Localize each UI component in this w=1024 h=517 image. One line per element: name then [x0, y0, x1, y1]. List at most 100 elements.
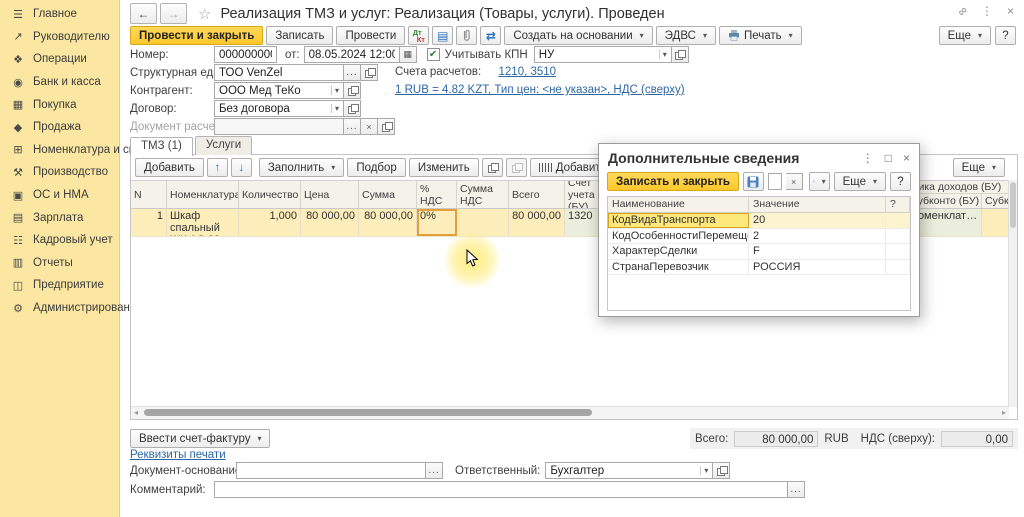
kpn-checkbox[interactable]: ✔	[427, 48, 440, 61]
copy-rows-button[interactable]	[482, 158, 503, 177]
col-summa[interactable]: Сумма	[359, 181, 417, 208]
sidebar-item-administrirovanie[interactable]: ⚙Администрирование	[0, 297, 119, 320]
cell-cena[interactable]: 80 000,00	[301, 209, 359, 236]
col-n[interactable]: N	[131, 181, 167, 208]
property-name[interactable]: КодОсобенностиПеремещения	[608, 229, 749, 244]
post-button[interactable]: Провести	[336, 26, 405, 45]
property-name-selected[interactable]: КодВидаТранспорта	[608, 213, 749, 228]
dialog-menu-icon[interactable]: ⋮	[862, 151, 874, 165]
create-based-button[interactable]: Создать на основании	[504, 26, 652, 45]
date-field[interactable]: 08.05.2024 12:00:00	[304, 46, 400, 63]
col-subkonto3[interactable]: Субконто (БУ) 3	[982, 194, 1009, 208]
structural-unit-field[interactable]: ТОО VenZel	[214, 64, 344, 81]
col-question[interactable]: ?	[886, 197, 910, 212]
dialog-save-button[interactable]	[743, 172, 764, 191]
responsible-open-button[interactable]	[713, 462, 730, 479]
vertical-scrollbar-thumb[interactable]	[1010, 182, 1016, 228]
tab-uslugi[interactable]: Услуги	[195, 136, 252, 155]
edvs-button[interactable]: ЭДВС	[656, 26, 716, 45]
settlement-doc-field[interactable]	[214, 118, 344, 135]
cell-kolichestvo[interactable]: 1,000	[239, 209, 301, 236]
sidebar-item-predpriyatie[interactable]: ◫Предприятие	[0, 274, 119, 297]
close-icon[interactable]: ×	[1007, 4, 1014, 18]
property-name[interactable]: СтранаПеревозчик	[608, 260, 749, 275]
settlement-doc-clear-button[interactable]: ×	[361, 118, 378, 135]
col-kolichestvo[interactable]: Количество	[239, 181, 301, 208]
property-value[interactable]: F	[749, 244, 886, 259]
sidebar-item-kadrovyi-uchet[interactable]: ☷Кадровый учет	[0, 229, 119, 252]
vertical-scrollbar[interactable]	[1008, 180, 1017, 407]
sidebar-item-rukovoditelyu[interactable]: ↗Руководителю	[0, 26, 119, 49]
currency-info-link[interactable]: 1 RUB = 4.82 KZT, Тип цен: <не указан>, …	[395, 84, 685, 96]
back-button[interactable]: ←	[130, 3, 157, 24]
scroll-left-icon[interactable]: ◂	[134, 407, 138, 419]
items-more-button[interactable]: Еще	[953, 158, 1005, 177]
structural-unit-select-button[interactable]: ...	[344, 64, 361, 81]
comment-select-button[interactable]: ...	[788, 481, 805, 498]
col-value[interactable]: Значение	[749, 197, 886, 212]
cell-n[interactable]: 1	[131, 209, 167, 236]
dialog-close-icon[interactable]: ×	[903, 151, 910, 165]
cell-summa[interactable]: 80 000,00	[359, 209, 417, 236]
sidebar-item-bank-kassa[interactable]: ◉Банк и касса	[0, 71, 119, 94]
horizontal-scrollbar[interactable]: ◂ ▸	[131, 406, 1009, 419]
add-row-button[interactable]: Добавить	[135, 158, 204, 177]
counterparty-open-button[interactable]	[344, 82, 361, 99]
favorite-star-icon[interactable]: ☆	[198, 5, 211, 23]
move-down-button[interactable]: ↓	[231, 158, 252, 177]
move-up-button[interactable]: ↑	[207, 158, 228, 177]
property-name[interactable]: ХарактерСделки	[608, 244, 749, 259]
col-nds[interactable]: % НДС	[417, 181, 457, 208]
sidebar-item-os-nma[interactable]: ▣ОС и НМА	[0, 184, 119, 207]
forward-button[interactable]: →	[160, 3, 187, 24]
col-vsego[interactable]: Всего	[509, 181, 565, 208]
cell-nomenklatura[interactable]: Шкаф спальный ЖК АС 29	[167, 209, 239, 236]
doc-base-select-button[interactable]: ...	[426, 462, 443, 479]
horizontal-scrollbar-thumb[interactable]	[144, 409, 592, 416]
settlement-doc-open-button[interactable]	[378, 118, 395, 135]
counterparty-field[interactable]: ООО Мед ТеКо▾	[214, 82, 344, 99]
accounts-link[interactable]: 1210, 3510	[499, 66, 557, 78]
save-and-close-button[interactable]: Записать и закрыть	[607, 172, 739, 191]
cell-summa-nds[interactable]	[457, 209, 509, 236]
contract-open-button[interactable]	[344, 100, 361, 117]
attachments-button[interactable]	[456, 26, 477, 45]
sidebar-item-prodazha[interactable]: ◆Продажа	[0, 116, 119, 139]
settlement-doc-select-button[interactable]: ...	[344, 118, 361, 135]
structural-unit-open-button[interactable]	[361, 64, 378, 81]
sidebar-item-glavnoe[interactable]: ☰Главное	[0, 3, 119, 26]
sidebar-item-otchety[interactable]: ▥Отчеты	[0, 252, 119, 275]
fill-button[interactable]: Заполнить	[259, 158, 344, 177]
col-cena[interactable]: Цена	[301, 181, 359, 208]
print-details-link[interactable]: Реквизиты печати	[130, 449, 226, 461]
pick-button[interactable]: Подбор	[347, 158, 406, 177]
number-field[interactable]: 00000000001	[214, 46, 277, 63]
kpn-field[interactable]: НУ▾	[534, 46, 672, 63]
cell-vsego[interactable]: 80 000,00	[509, 209, 565, 236]
chevron-down-icon[interactable]: ▾	[659, 50, 667, 59]
sidebar-item-nomenklatura[interactable]: ⊞Номенклатура и склад	[0, 139, 119, 162]
scroll-right-icon[interactable]: ▸	[1002, 407, 1006, 419]
search-options-button[interactable]	[809, 172, 830, 191]
comment-field[interactable]	[214, 481, 788, 498]
structure-button[interactable]: ⇄	[480, 26, 501, 45]
cell-nds-selected[interactable]: 0%	[417, 209, 457, 236]
window-menu-icon[interactable]: ⋮	[981, 4, 993, 18]
get-link-icon[interactable]: ∞	[955, 3, 971, 19]
col-name[interactable]: Наименование	[608, 197, 749, 212]
sidebar-item-zarplata[interactable]: ▤Зарплата	[0, 206, 119, 229]
calendar-icon[interactable]: ▦	[400, 46, 417, 63]
enter-invoice-button[interactable]: Ввести счет-фактуру	[130, 429, 270, 448]
sidebar-item-operacii[interactable]: ❖Операции	[0, 48, 119, 71]
paste-rows-button[interactable]	[506, 158, 527, 177]
more-button[interactable]: Еще	[939, 26, 991, 45]
tab-tmz[interactable]: ТМЗ (1)	[130, 137, 193, 156]
sidebar-item-pokupka[interactable]: ▦Покупка	[0, 93, 119, 116]
cell-subkonto3[interactable]	[982, 209, 1009, 236]
maximize-icon[interactable]: □	[885, 151, 892, 165]
col-nomenklatura[interactable]: Номенклатура	[167, 181, 239, 208]
kpn-open-button[interactable]	[672, 46, 689, 63]
search-clear-button[interactable]: ×	[786, 173, 803, 190]
edit-button[interactable]: Изменить	[409, 158, 479, 177]
sidebar-item-proizvodstvo[interactable]: ⚒Производство	[0, 161, 119, 184]
